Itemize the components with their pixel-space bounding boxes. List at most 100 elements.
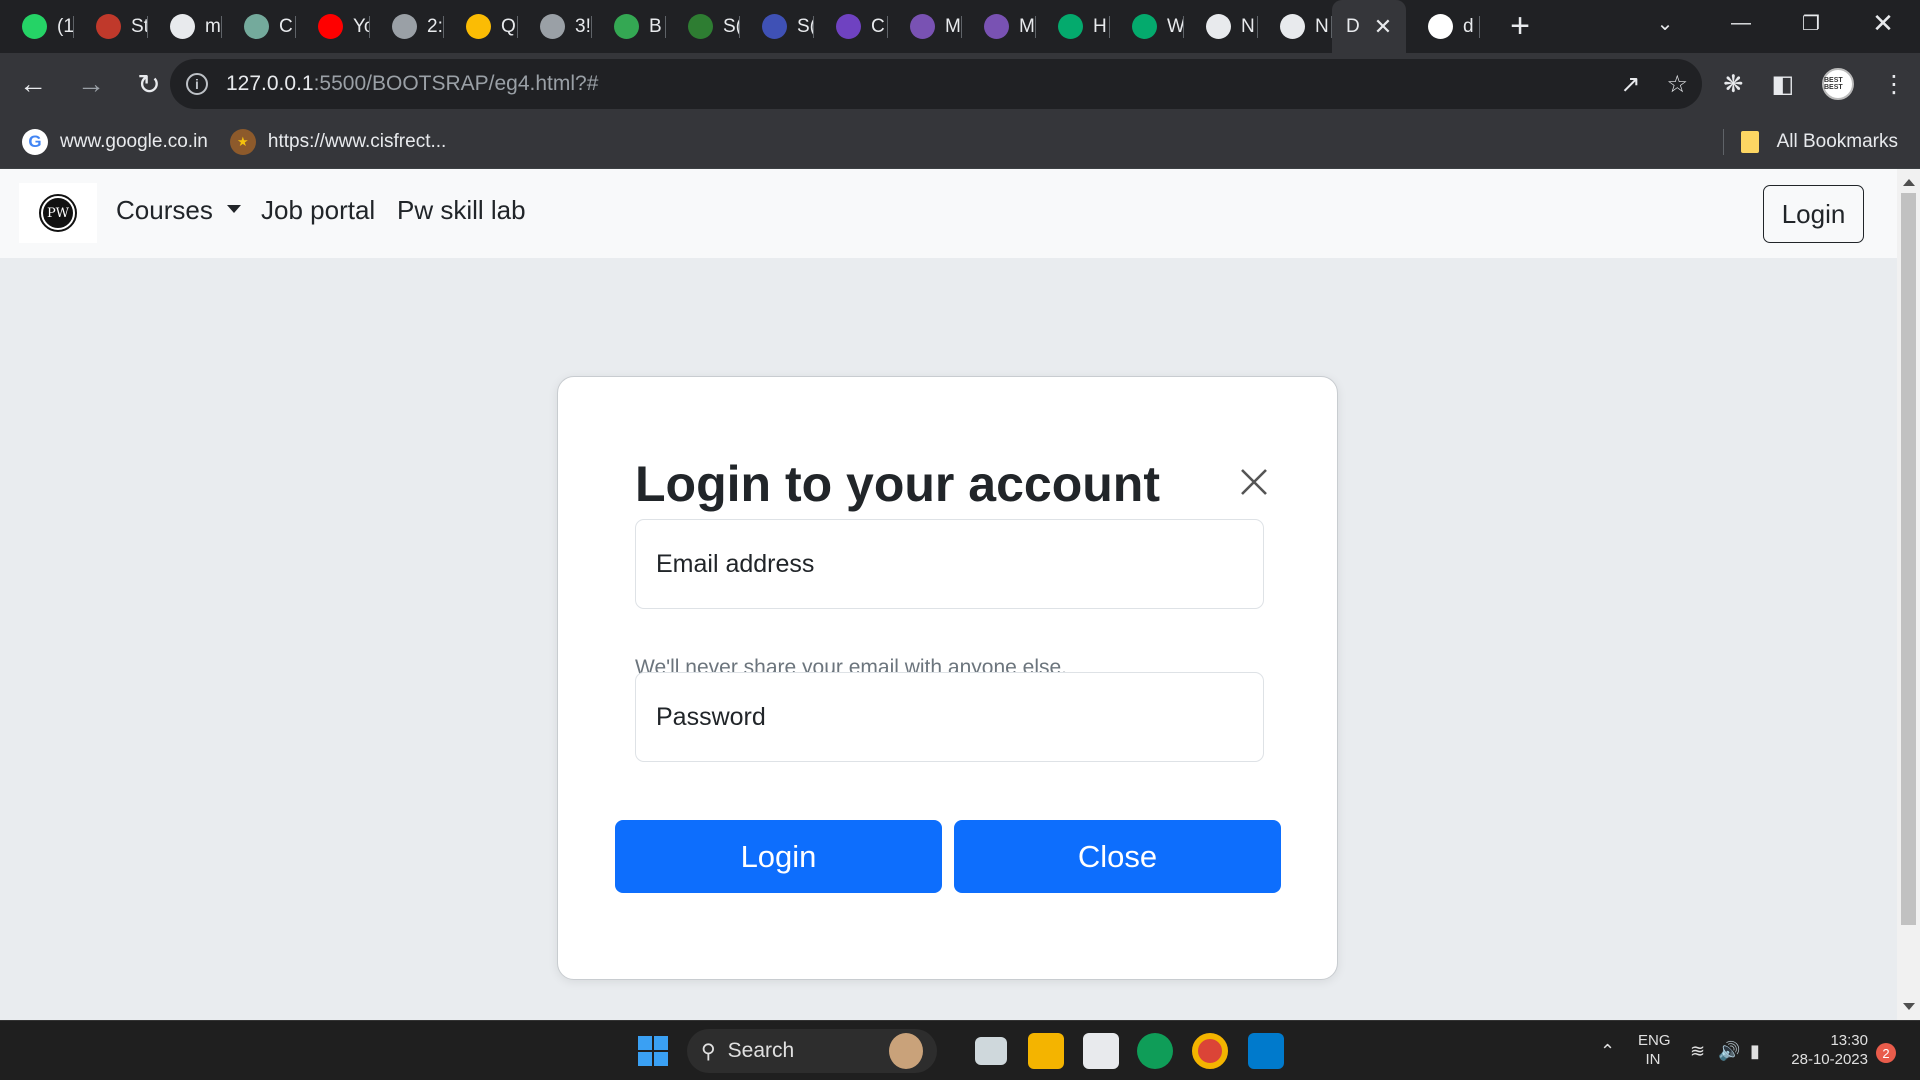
side-panel-icon[interactable]: ◧ (1771, 70, 1794, 99)
email-field[interactable] (635, 519, 1264, 609)
battery-icon[interactable]: ▮ (1750, 1021, 1760, 1080)
login-modal: Login to your account We'll never share … (557, 376, 1338, 980)
w3schools-icon (1058, 14, 1083, 39)
bootstrap-icon (984, 14, 1009, 39)
close-window-icon[interactable]: ✕ (1848, 0, 1918, 46)
clock-date: 28-10-2023 (1791, 1051, 1868, 1068)
browser-tab[interactable]: N (1258, 0, 1332, 53)
browser-tab[interactable]: B (592, 0, 666, 53)
extensions-puzzle-icon[interactable]: ❋ (1723, 70, 1743, 99)
close-icon[interactable] (1232, 460, 1276, 504)
circle-logo-icon (96, 14, 121, 39)
url-path: :5500/BOOTSRAP/eg4.html?# (313, 72, 599, 95)
address-bar[interactable]: i 127.0.0.1:5500/BOOTSRAP/eg4.html?# ↗ ☆ (170, 59, 1702, 109)
file-explorer-icon[interactable] (1028, 1033, 1064, 1069)
chrome-icon (1206, 14, 1231, 39)
vscode-icon[interactable] (1248, 1033, 1284, 1069)
browser-tab[interactable]: (1 (0, 0, 74, 53)
tab-label: 2: (427, 15, 443, 37)
folder-icon (1740, 131, 1759, 153)
tab-label: H (1093, 15, 1107, 37)
browser-tab[interactable]: C (814, 0, 888, 53)
task-view-icon[interactable] (975, 1037, 1007, 1065)
chrome-icon[interactable] (1192, 1033, 1228, 1069)
profile-avatar[interactable]: BEST BEST (1822, 68, 1854, 100)
share-icon[interactable]: ↗ (1620, 70, 1640, 99)
tab-label: S( (797, 15, 814, 37)
brand-logo[interactable]: PW (19, 183, 97, 243)
browser-tab[interactable]: N (1184, 0, 1258, 53)
site-navbar: PW Courses Job portal Pw skill lab Login (0, 169, 1897, 258)
region-code: IN (1645, 1051, 1661, 1068)
taskbar-search-label: Search (727, 1039, 795, 1062)
minimize-window-icon[interactable]: — (1706, 0, 1776, 46)
tab-search-icon[interactable]: ⌄ (1630, 0, 1700, 46)
scroll-up-arrow-icon[interactable] (1903, 179, 1915, 186)
navbar-login-button[interactable]: Login (1763, 185, 1864, 243)
nav-job-portal[interactable]: Job portal (261, 195, 375, 226)
emblem-icon: ★ (229, 128, 256, 155)
modal-close-button[interactable]: Close (954, 820, 1281, 893)
chrome-icon (1280, 14, 1305, 39)
modal-login-button[interactable]: Login (615, 820, 942, 893)
browser-tab[interactable]: 3! (518, 0, 592, 53)
close-tab-icon[interactable]: ✕ (1374, 14, 1392, 40)
bookmark-google[interactable]: G www.google.co.in (22, 128, 208, 155)
scrollbar-thumb[interactable] (1901, 193, 1916, 925)
browser-tab[interactable]: m (148, 0, 222, 53)
menu-dots-icon[interactable]: ⋮ (1882, 70, 1906, 99)
restore-window-icon[interactable]: ❐ (1776, 0, 1846, 46)
tab-label: M (1019, 15, 1035, 37)
browser-tab[interactable]: St (74, 0, 148, 53)
bookmark-cisf[interactable]: ★ https://www.cisfrect... (229, 128, 447, 155)
reload-icon[interactable]: ↻ (124, 59, 174, 109)
password-field[interactable] (635, 672, 1264, 762)
browser-tab[interactable]: Q (444, 0, 518, 53)
browser-tab[interactable]: 2: (370, 0, 444, 53)
modal-title: Login to your account (635, 456, 1160, 512)
browser-tab[interactable]: M (888, 0, 962, 53)
taskbar-search[interactable]: ⚲ Search (687, 1029, 937, 1073)
microsoft-store-icon[interactable] (1083, 1033, 1119, 1069)
nav-courses-dropdown[interactable]: Courses (116, 195, 241, 226)
clock[interactable]: 13:30 28-10-2023 (1786, 1031, 1868, 1069)
tab-label: (1 (57, 15, 74, 37)
browser-tab[interactable]: S( (666, 0, 740, 53)
bookmark-label: https://www.cisfrect... (267, 130, 447, 152)
windows-taskbar: ⚲ Search ⌃ ENG IN ≋ 🔊 ▮ 13:30 28-10-2023… (0, 1020, 1920, 1080)
search-highlight-icon (889, 1033, 923, 1069)
browser-tab[interactable]: W (1110, 0, 1184, 53)
browser-tab[interactable]: d (1406, 0, 1480, 53)
site-info-icon[interactable]: i (186, 73, 208, 95)
bookmark-star-icon[interactable]: ☆ (1666, 70, 1688, 99)
caret-down-icon (226, 205, 241, 214)
browser-tab[interactable]: D ✕ (1332, 0, 1406, 53)
notification-badge[interactable]: 2 (1876, 1043, 1896, 1063)
language-indicator[interactable]: ENG IN (1638, 1031, 1671, 1069)
windows-start-icon[interactable] (638, 1036, 668, 1066)
purple-logo-icon (836, 14, 861, 39)
browser-tab[interactable]: C (222, 0, 296, 53)
browser-tab[interactable]: H (1036, 0, 1110, 53)
forward-arrow-icon[interactable]: → (66, 59, 116, 109)
show-hidden-icons-icon[interactable]: ⌃ (1600, 1021, 1615, 1080)
new-tab-icon[interactable]: + (1500, 7, 1540, 46)
nav-pw-skill-lab[interactable]: Pw skill lab (397, 195, 526, 226)
language-code: ENG (1638, 1032, 1671, 1049)
w3schools-icon (1132, 14, 1157, 39)
browser-tab[interactable]: S( (740, 0, 814, 53)
edge-icon[interactable] (1137, 1033, 1173, 1069)
wifi-icon[interactable]: ≋ (1690, 1021, 1705, 1080)
all-bookmarks-label: All Bookmarks (1776, 131, 1898, 152)
volume-icon[interactable]: 🔊 (1718, 1021, 1740, 1080)
tab-label: C (871, 15, 885, 37)
browser-tab[interactable]: Yo (296, 0, 370, 53)
scroll-down-arrow-icon[interactable] (1903, 1003, 1915, 1010)
all-bookmarks-button[interactable]: All Bookmarks (1740, 115, 1898, 169)
tab-label: S( (723, 15, 740, 37)
tab-label: N (1315, 15, 1329, 37)
back-arrow-icon[interactable]: ← (8, 59, 58, 109)
browser-tab[interactable]: M (962, 0, 1036, 53)
page-scrollbar[interactable] (1897, 169, 1920, 1020)
url-text[interactable]: 127.0.0.1:5500/BOOTSRAP/eg4.html?# (226, 72, 598, 96)
